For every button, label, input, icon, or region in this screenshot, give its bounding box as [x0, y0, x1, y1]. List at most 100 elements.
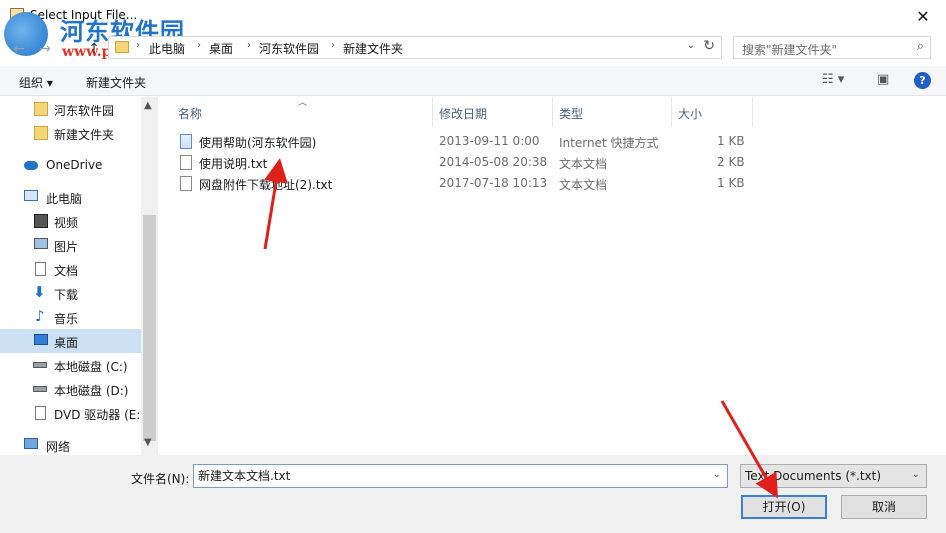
nav-item-this-pc[interactable]: 此电脑: [0, 185, 141, 209]
computer-icon: [24, 190, 38, 201]
organize-menu[interactable]: 组织 ▾: [19, 74, 53, 91]
sort-ascending-icon: ︿: [298, 98, 308, 108]
file-name: 使用说明.txt: [199, 157, 268, 171]
preview-pane-icon[interactable]: ▣: [877, 72, 889, 87]
filename-dropdown-icon[interactable]: ⌄: [713, 469, 721, 480]
nav-item-label: 音乐: [54, 312, 79, 326]
column-header-date[interactable]: 修改日期: [439, 105, 487, 122]
navigation-pane: 河东软件园 新建文件夹 OneDrive 此电脑 视频 图片 文档 ⬇ 下载 ♪…: [0, 97, 141, 455]
folder-icon: [34, 126, 48, 140]
pictures-icon: [34, 238, 48, 249]
file-type: 文本文档: [559, 178, 608, 192]
scrollbar-thumb[interactable]: [143, 215, 156, 441]
file-list: ︿ 名称 修改日期 类型 大小 使用帮助(河东软件园) 2013-09-11 0…: [160, 97, 946, 455]
nav-item-dvd-drive[interactable]: DVD 驱动器 (E:): [0, 401, 141, 425]
nav-item-hedong-folder[interactable]: 河东软件园: [0, 97, 141, 121]
column-divider[interactable]: [671, 97, 672, 127]
nav-item-documents[interactable]: 文档: [0, 257, 141, 281]
nav-item-label: 新建文件夹: [54, 128, 115, 142]
nav-item-drive-c[interactable]: 本地磁盘 (C:): [0, 353, 141, 377]
new-folder-button[interactable]: 新建文件夹: [86, 74, 146, 91]
back-button[interactable]: ←: [10, 40, 28, 58]
filetype-select[interactable]: Text Documents (*.txt) ⌄: [740, 464, 927, 488]
navigation-scrollbar[interactable]: ▲ ▼: [141, 97, 158, 455]
nav-item-onedrive[interactable]: OneDrive: [0, 153, 141, 177]
column-header-type[interactable]: 类型: [559, 105, 583, 122]
help-icon[interactable]: ?: [914, 72, 931, 89]
text-file-icon: [180, 155, 192, 170]
file-row[interactable]: 使用说明.txt 2014-05-08 20:38 文本文档 2 KB: [160, 152, 946, 173]
title-bar: Select Input File... ✕: [0, 0, 946, 32]
drive-icon: [33, 362, 47, 368]
file-size: 2 KB: [717, 155, 745, 169]
nav-item-label: 图片: [54, 240, 79, 254]
file-name: 使用帮助(河东软件园): [199, 136, 317, 150]
nav-item-label: 河东软件园: [54, 104, 115, 118]
nav-item-music[interactable]: ♪ 音乐: [0, 305, 141, 329]
breadcrumb-separator[interactable]: ›: [136, 40, 140, 51]
nav-item-desktop[interactable]: 桌面: [0, 329, 141, 353]
search-box[interactable]: 搜索"新建文件夹" ⌕: [733, 36, 931, 59]
scroll-down-icon[interactable]: ▼: [144, 437, 152, 448]
file-size: 1 KB: [717, 176, 745, 190]
breadcrumb-new-folder[interactable]: 新建文件夹: [343, 40, 403, 57]
folder-icon: [115, 41, 129, 53]
video-icon: [34, 214, 48, 228]
nav-item-label: 本地磁盘 (D:): [54, 384, 129, 398]
scroll-up-icon[interactable]: ▲: [144, 100, 152, 111]
filetype-dropdown-icon[interactable]: ⌄: [912, 469, 920, 480]
breadcrumb-separator[interactable]: ›: [331, 40, 335, 51]
filetype-value: Text Documents (*.txt): [745, 469, 882, 483]
download-icon: ⬇: [33, 283, 46, 301]
search-placeholder[interactable]: 搜索"新建文件夹": [742, 41, 837, 58]
file-date: 2013-09-11 0:00: [439, 134, 540, 148]
open-button[interactable]: 打开(O): [741, 495, 827, 519]
column-divider[interactable]: [752, 97, 753, 127]
drive-icon: [33, 386, 47, 392]
search-icon[interactable]: ⌕: [917, 39, 924, 54]
documents-icon: [35, 262, 46, 276]
view-options-icon[interactable]: ☷ ▾: [822, 72, 844, 87]
forward-button[interactable]: →: [36, 40, 54, 58]
column-header-name[interactable]: 名称: [178, 105, 202, 122]
cancel-button[interactable]: 取消: [841, 495, 927, 519]
internet-shortcut-icon: [180, 134, 192, 149]
nav-item-videos[interactable]: 视频: [0, 209, 141, 233]
nav-item-new-folder[interactable]: 新建文件夹: [0, 121, 141, 145]
breadcrumb-hedong-folder[interactable]: 河东软件园: [259, 40, 319, 57]
text-file-icon: [180, 176, 192, 191]
nav-item-label: 视频: [54, 216, 79, 230]
refresh-icon[interactable]: ↻: [703, 38, 715, 54]
nav-item-label: OneDrive: [46, 158, 103, 172]
dialog-footer: 文件名(N): ⌄ Text Documents (*.txt) ⌄ 打开(O)…: [0, 455, 946, 533]
column-divider[interactable]: [432, 97, 433, 127]
nav-item-label: 本地磁盘 (C:): [54, 360, 128, 374]
breadcrumb-separator[interactable]: ›: [197, 40, 201, 51]
breadcrumb-desktop[interactable]: 桌面: [209, 40, 233, 57]
close-button[interactable]: ✕: [900, 0, 946, 32]
cloud-icon: [24, 161, 38, 170]
folder-icon: [34, 102, 48, 116]
network-icon: [24, 438, 38, 449]
dvd-icon: [35, 406, 46, 420]
column-divider[interactable]: [552, 97, 553, 127]
nav-item-downloads[interactable]: ⬇ 下载: [0, 281, 141, 305]
nav-item-pictures[interactable]: 图片: [0, 233, 141, 257]
nav-item-label: 桌面: [54, 336, 79, 350]
address-dropdown-icon[interactable]: ⌄: [687, 40, 695, 51]
nav-item-label: 文档: [54, 264, 79, 278]
file-row[interactable]: 使用帮助(河东软件园) 2013-09-11 0:00 Internet 快捷方…: [160, 131, 946, 152]
filename-combobox[interactable]: ⌄: [193, 464, 728, 488]
nav-item-drive-d[interactable]: 本地磁盘 (D:): [0, 377, 141, 401]
address-bar[interactable]: › 此电脑 › 桌面 › 河东软件园 › 新建文件夹 ⌄ ↻: [108, 36, 722, 59]
nav-item-network[interactable]: 网络: [0, 433, 141, 455]
nav-item-label: 网络: [46, 440, 71, 454]
up-button[interactable]: ↑: [85, 40, 103, 58]
column-header-size[interactable]: 大小: [678, 105, 702, 122]
breadcrumb-separator[interactable]: ›: [247, 40, 251, 51]
breadcrumb-this-pc[interactable]: 此电脑: [149, 40, 185, 57]
nav-item-label: 下载: [54, 288, 79, 302]
file-row[interactable]: 网盘附件下载地址(2).txt 2017-07-18 10:13 文本文档 1 …: [160, 173, 946, 194]
filename-input[interactable]: [198, 468, 703, 482]
desktop-icon: [34, 334, 48, 345]
